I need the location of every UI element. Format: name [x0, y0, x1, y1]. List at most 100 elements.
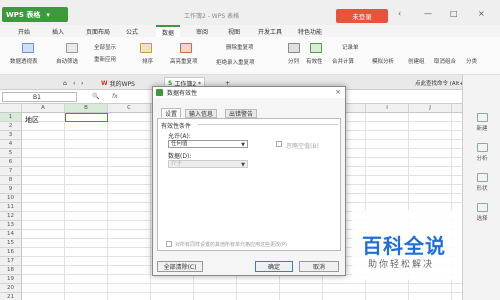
close-button[interactable]: × [478, 9, 485, 18]
row-header[interactable]: 3 [0, 131, 22, 140]
pivot-table-button[interactable]: 数据透视表 [10, 57, 38, 65]
row-header[interactable]: 8 [0, 176, 22, 185]
row-header[interactable]: 17 [0, 257, 22, 266]
menu-page-layout[interactable]: 页面布局 [86, 27, 110, 36]
panel-select[interactable]: 选择 [463, 203, 500, 222]
clear-all-button[interactable]: 全部清除(C) [157, 261, 203, 272]
cancel-button[interactable]: 取消 [299, 261, 339, 272]
watermark-subtitle: 助你轻松解决 [368, 260, 435, 270]
delete-duplicate-button[interactable]: 删除重复项 [226, 43, 254, 51]
row-header[interactable]: 5 [0, 149, 22, 158]
name-box[interactable]: B1 [2, 92, 77, 102]
selected-cell-b1[interactable] [65, 113, 108, 122]
apply-all-checkbox[interactable] [166, 241, 172, 247]
divider [198, 124, 338, 125]
row-header[interactable]: 7 [0, 167, 22, 176]
column-header[interactable]: I [366, 104, 409, 113]
menu-data[interactable]: 数据 [156, 25, 181, 37]
zoom-icon[interactable]: 🔍 [92, 93, 99, 100]
tab-home-icon[interactable]: ⌂ [60, 77, 70, 89]
maximize-button[interactable]: □ [450, 9, 458, 18]
split-column-button[interactable]: 分列 [288, 57, 299, 65]
show-all-button[interactable]: 全部显示 [94, 43, 116, 51]
column-gridline [150, 113, 151, 300]
subtotal-button[interactable]: 分类 [466, 57, 477, 65]
allow-label: 允许(A): [168, 133, 191, 140]
panel-shape[interactable]: 形状 [463, 173, 500, 192]
tab-error-alert[interactable]: 出错警告 [225, 109, 258, 118]
reject-duplicate-button[interactable]: 拒绝录入重复项 [216, 58, 255, 66]
column-header[interactable]: B [65, 104, 108, 113]
minimize-button[interactable]: — [424, 9, 432, 18]
tab-settings[interactable]: 设置 [161, 108, 182, 118]
row-header[interactable]: 14 [0, 230, 22, 239]
row-header[interactable]: 12 [0, 212, 22, 221]
data-select[interactable]: 介于 ▼ [168, 160, 248, 168]
ungroup-button[interactable]: 取消组合 [434, 57, 456, 65]
criteria-label: 有效性条件 [161, 123, 192, 130]
panel-new[interactable]: 新建 [463, 113, 500, 132]
record-form-button[interactable]: 记录单 [342, 43, 359, 51]
fx-icon[interactable]: fx [112, 93, 118, 100]
app-menu-button[interactable]: WPS 表格 ▾ [2, 7, 68, 22]
column-header[interactable]: A [22, 104, 65, 113]
menu-view[interactable]: 视图 [228, 27, 240, 36]
watermark-title: 百科全说 [362, 234, 446, 258]
merge-calc-button[interactable]: 合并计算 [332, 57, 354, 65]
highlight-duplicate-button[interactable]: 高亮重复项 [170, 57, 198, 65]
column-header[interactable]: K [452, 104, 462, 113]
ok-button[interactable]: 确定 [255, 261, 293, 272]
analysis-icon [476, 143, 488, 152]
row-header[interactable]: 6 [0, 158, 22, 167]
select-all-corner[interactable] [0, 104, 22, 113]
sort-button[interactable]: 排序 [142, 57, 153, 65]
highlight-duplicate-icon [180, 43, 192, 53]
row-header[interactable]: 18 [0, 266, 22, 275]
row-header[interactable]: 2 [0, 122, 22, 131]
menu-insert[interactable]: 插入 [52, 27, 64, 36]
row-header[interactable]: 4 [0, 140, 22, 149]
data-validation-dialog: 数据有效性 × 设置 输入信息 出错警告 有效性条件 允许(A): 任何值 ▼ 忽… [152, 86, 346, 276]
tab-forward-icon[interactable]: › [78, 77, 86, 89]
validity-button[interactable]: 有效性 [306, 57, 323, 65]
create-group-button[interactable]: 创建组 [408, 57, 425, 65]
ribbon: 数据透视表 自动筛选 全部显示 重新应用 排序 高亮重复项 删除重复项 拒绝录入… [0, 37, 500, 75]
autofilter-button[interactable]: 自动筛选 [56, 57, 78, 65]
row-header[interactable]: 13 [0, 221, 22, 230]
row-header[interactable]: 15 [0, 239, 22, 248]
row-header[interactable]: 1 [0, 113, 22, 122]
column-header[interactable]: C [108, 104, 151, 113]
panel-analysis[interactable]: 分析 [463, 143, 500, 162]
reapply-button[interactable]: 重新应用 [94, 55, 116, 63]
chevron-down-icon: ▼ [241, 142, 245, 148]
app-name: WPS 表格 [6, 10, 41, 19]
row-header[interactable]: 21 [0, 293, 22, 300]
back-icon[interactable]: ‹ [398, 9, 401, 18]
panel-shape-label: 形状 [476, 186, 488, 192]
menu-home[interactable]: 开始 [18, 27, 30, 36]
column-header[interactable]: J [409, 104, 452, 113]
row-header[interactable]: 16 [0, 248, 22, 257]
row-header[interactable]: 10 [0, 194, 22, 203]
what-if-analysis-button[interactable]: 模拟分析 [372, 57, 394, 65]
right-side-panel: 新建 分析 形状 选择 [462, 75, 500, 300]
menu-review[interactable]: 审阅 [196, 27, 208, 36]
filter-icon [66, 43, 78, 53]
chevron-down-icon: ▼ [241, 162, 245, 168]
menu-features[interactable]: 特色功能 [298, 27, 322, 36]
row-header[interactable]: 19 [0, 275, 22, 284]
row-header[interactable]: 9 [0, 185, 22, 194]
ignore-blank-checkbox[interactable] [276, 141, 282, 147]
dialog-close-icon[interactable]: × [335, 88, 341, 96]
cell-a1[interactable]: 地区 [25, 115, 39, 125]
menu-developer[interactable]: 开发工具 [258, 27, 282, 36]
row-header[interactable]: 11 [0, 203, 22, 212]
dialog-title: 数据有效性 [167, 90, 198, 97]
tab-input-message[interactable]: 输入信息 [185, 109, 218, 118]
row-header[interactable]: 20 [0, 284, 22, 293]
login-button[interactable]: 未登录 [336, 9, 388, 23]
tab-my-wps[interactable]: W 我的WPS [98, 77, 138, 89]
menu-formula[interactable]: 公式 [126, 27, 138, 36]
allow-select[interactable]: 任何值 ▼ [168, 140, 248, 148]
panel-select-label: 选择 [476, 216, 488, 222]
